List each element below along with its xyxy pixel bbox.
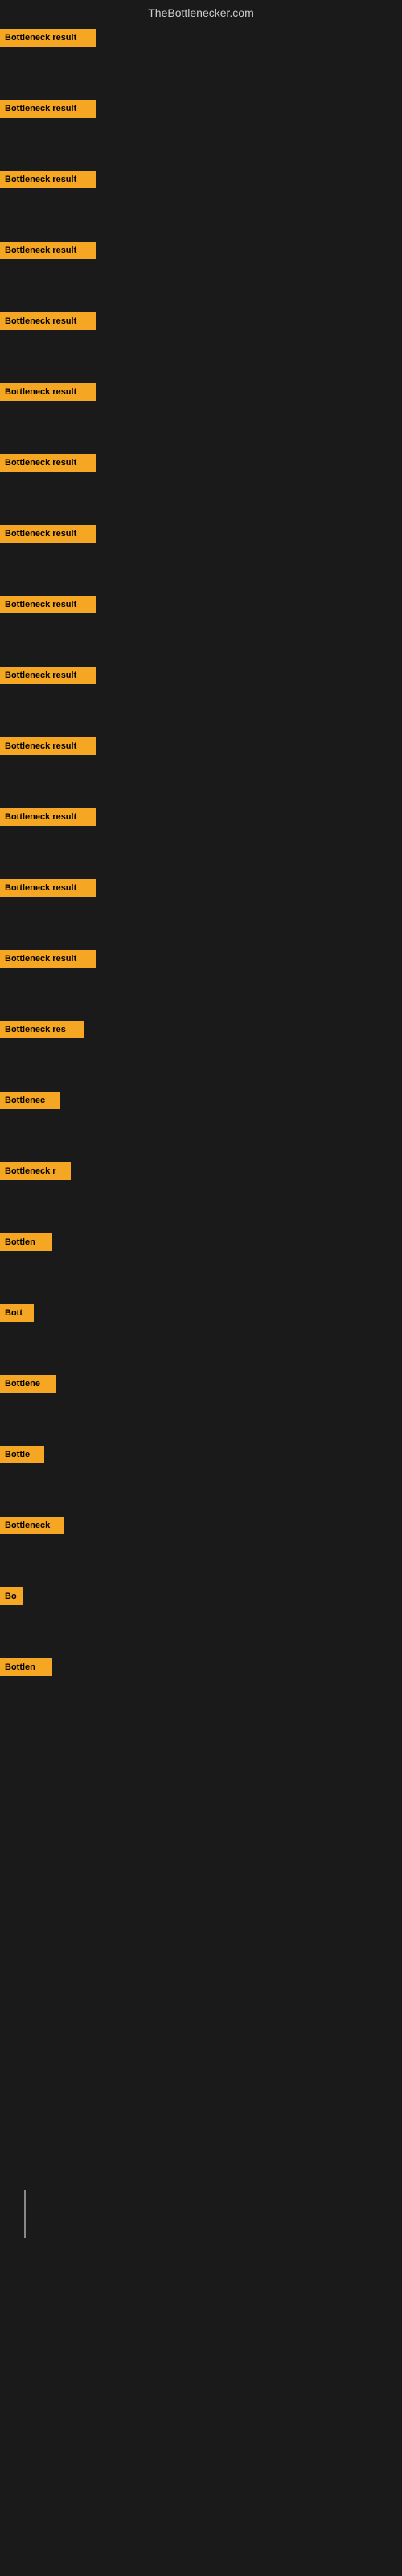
bottleneck-result-bar[interactable]: Bottlen [0,1233,52,1251]
bar-row: Bottleneck result [0,589,402,660]
bar-row: Bottleneck result [0,518,402,589]
bottleneck-result-bar[interactable]: Bottleneck result [0,100,96,118]
bottleneck-result-bar[interactable]: Bottleneck r [0,1162,71,1180]
bar-row: Bottleneck result [0,943,402,1014]
bottleneck-result-bar[interactable]: Bottleneck result [0,171,96,188]
bar-row: Bottle [0,1439,402,1510]
bottleneck-result-bar[interactable]: Bott [0,1304,34,1322]
site-title: TheBottlenecker.com [0,0,402,23]
bar-row: Bottleneck r [0,1156,402,1227]
bar-row: Bottlenec [0,1085,402,1156]
bottleneck-result-bar[interactable]: Bottleneck result [0,879,96,897]
bar-row: Bottleneck result [0,802,402,873]
bar-row: Bottleneck result [0,448,402,518]
bottleneck-result-bar[interactable]: Bottleneck result [0,242,96,259]
bottleneck-result-bar[interactable]: Bottleneck result [0,454,96,472]
bar-row: Bottleneck result [0,873,402,943]
bar-row: Bottleneck res [0,1014,402,1085]
bottleneck-result-bar[interactable]: Bo [0,1587,23,1605]
bottleneck-result-bar[interactable]: Bottleneck result [0,808,96,826]
bottleneck-result-bar[interactable]: Bottleneck res [0,1021,84,1038]
bar-row: Bottleneck result [0,660,402,731]
bar-row: Bottlen [0,1652,402,1723]
cursor-line [24,2190,26,2238]
bottleneck-result-bar[interactable]: Bottlene [0,1375,56,1393]
bar-row: Bottleneck [0,1510,402,1581]
bottleneck-result-bar[interactable]: Bottleneck result [0,312,96,330]
bottleneck-result-bar[interactable]: Bottleneck result [0,383,96,401]
bar-row: Bottleneck result [0,164,402,235]
bottleneck-result-bar[interactable]: Bottle [0,1446,44,1463]
bottleneck-result-bar[interactable]: Bottleneck result [0,950,96,968]
bar-row: Bottlene [0,1368,402,1439]
bar-row: Bott [0,1298,402,1368]
bar-row: Bottleneck result [0,306,402,377]
bar-row: Bo [0,1581,402,1652]
bottleneck-result-bar[interactable]: Bottleneck result [0,737,96,755]
bottleneck-result-bar[interactable]: Bottlenec [0,1092,60,1109]
bottleneck-result-bar[interactable]: Bottleneck result [0,525,96,543]
bar-row: Bottleneck result [0,377,402,448]
bottleneck-result-bar[interactable]: Bottleneck result [0,596,96,613]
bar-row: Bottleneck result [0,731,402,802]
bar-row: Bottlen [0,1227,402,1298]
bar-row: Bottleneck result [0,93,402,164]
bars-container: Bottleneck result Bottleneck result Bottle… [0,23,402,1723]
bottleneck-result-bar[interactable]: Bottleneck [0,1517,64,1534]
bottleneck-result-bar[interactable]: Bottleneck result [0,29,96,47]
bottleneck-result-bar[interactable]: Bottleneck result [0,667,96,684]
bar-row: Bottleneck result [0,23,402,93]
bottleneck-result-bar[interactable]: Bottlen [0,1658,52,1676]
bar-row: Bottleneck result [0,235,402,306]
